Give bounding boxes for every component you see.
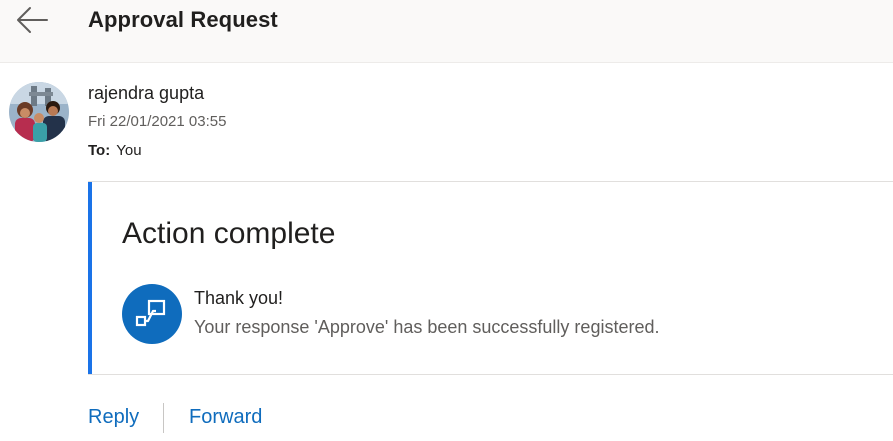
action-divider (163, 403, 164, 433)
page-title: Approval Request (88, 7, 278, 32)
sender-name[interactable]: rajendra gupta (88, 83, 204, 104)
message-date: Fri 22/01/2021 03:55 (88, 113, 227, 130)
thank-you-text: Thank you! (194, 288, 284, 308)
power-automate-flow-icon (122, 284, 182, 344)
forward-button[interactable]: Forward (189, 406, 262, 429)
card-accent-bar (88, 182, 92, 374)
email-reading-pane: Approval Request rajendra gupta Fri 22/0… (0, 0, 893, 441)
arrow-left-icon (17, 7, 48, 33)
message-header: Approval Request (0, 0, 893, 63)
reply-button[interactable]: Reply (88, 406, 139, 429)
back-button[interactable] (14, 3, 50, 37)
adaptive-card: Action complete Thank you! Your response… (88, 181, 893, 375)
response-message: Your response 'Approve' has been success… (194, 317, 660, 337)
card-title: Action complete (122, 217, 336, 250)
avatar[interactable] (9, 82, 69, 142)
to-label: To: (88, 142, 111, 159)
recipient-name[interactable]: You (116, 142, 141, 159)
recipient-line: To: You (88, 142, 142, 159)
